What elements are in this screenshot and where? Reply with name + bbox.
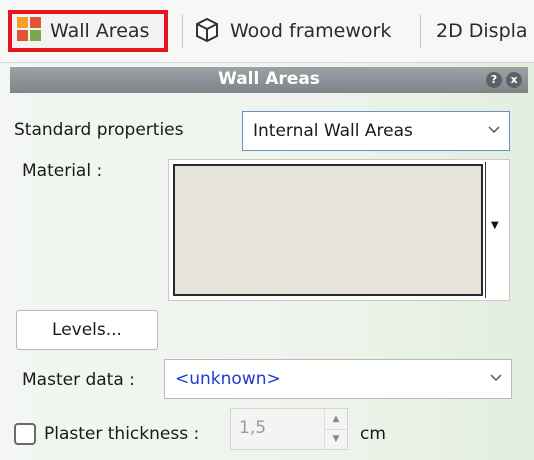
- wood-framework-icon: [194, 16, 220, 47]
- standard-properties-dropdown[interactable]: Internal Wall Areas: [242, 111, 510, 151]
- tab-2d-display[interactable]: 2D Displa: [436, 10, 534, 52]
- standard-properties-text: Standard properties: [14, 120, 184, 140]
- material-swatch: [173, 164, 483, 296]
- toolbar: Wall Areas Wood framework 2D Displa: [0, 0, 534, 63]
- spin-up-icon[interactable]: ▲: [324, 409, 347, 430]
- wall-areas-window: Wall Areas Wood framework 2D Displa Wall…: [0, 0, 534, 460]
- tab-separator: [420, 14, 421, 48]
- panel-title: Wall Areas: [218, 69, 320, 89]
- tab-separator: [182, 14, 183, 48]
- plaster-thickness-input[interactable]: 1,5 ▲ ▼: [230, 408, 348, 450]
- wall-areas-icon: [16, 16, 42, 47]
- chevron-down-icon: [479, 123, 509, 139]
- chevron-down-icon: [481, 371, 511, 387]
- tab-wall-areas[interactable]: Wall Areas: [8, 10, 168, 52]
- help-icon[interactable]: ?: [486, 72, 502, 88]
- tab-2d-display-label: 2D Displa: [436, 20, 528, 42]
- panel-header: Wall Areas ? x: [10, 67, 528, 93]
- master-data-value: <unknown>: [175, 369, 281, 389]
- master-data-label: Master data :: [22, 370, 135, 390]
- tab-wood-framework-label: Wood framework: [230, 20, 392, 42]
- plaster-thickness-label: Plaster thickness :: [44, 424, 200, 444]
- tab-wood-framework[interactable]: Wood framework: [194, 10, 414, 52]
- plaster-thickness-checkbox[interactable]: [14, 423, 36, 445]
- plaster-thickness-value: 1,5: [239, 418, 267, 438]
- spin-down-icon[interactable]: ▼: [324, 429, 347, 449]
- standard-properties-value: Internal Wall Areas: [253, 121, 413, 141]
- dropdown-arrow-icon[interactable]: ▼: [491, 220, 499, 231]
- master-data-dropdown[interactable]: <unknown>: [164, 359, 512, 399]
- plaster-thickness-unit: cm: [360, 424, 386, 444]
- wall-areas-panel: Wall Areas ? x Standard properties Inter…: [0, 63, 534, 460]
- close-icon[interactable]: x: [506, 72, 522, 88]
- tab-wall-areas-label: Wall Areas: [50, 20, 150, 42]
- standard-properties-label: Standard properties: [14, 120, 184, 140]
- material-label: Material :: [22, 161, 103, 181]
- material-selector[interactable]: ▼: [168, 159, 510, 301]
- material-divider: [485, 162, 486, 298]
- levels-button[interactable]: Levels...: [16, 310, 158, 350]
